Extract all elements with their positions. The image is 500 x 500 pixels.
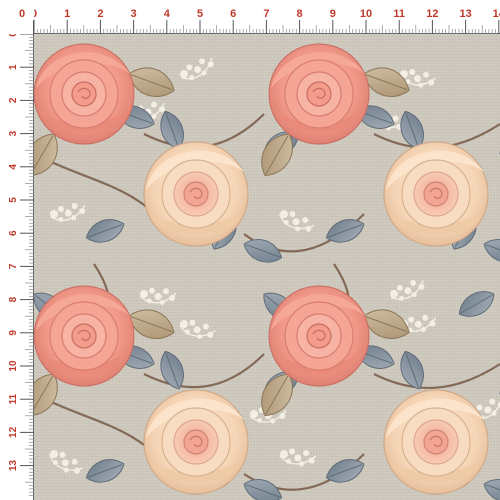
ruler-left-label: 3 (8, 130, 19, 136)
ruler-top-label: 14 (493, 8, 500, 20)
ruler-top-label: 12 (426, 8, 438, 20)
cream-rose (383, 141, 489, 247)
ruler-top-label: 2 (97, 8, 103, 20)
ruler-top-scale: 01234567891011121314 (0, 8, 500, 34)
ruler-left-label: 10 (8, 360, 19, 372)
ruler-left-label: 13 (8, 460, 19, 472)
ruler-top-label: 10 (360, 8, 372, 20)
ruler-left-label: 12 (8, 426, 19, 438)
ruler-left-label: 7 (8, 263, 19, 269)
ruler-top-label: 11 (393, 8, 405, 20)
ruler-left-label: 6 (8, 230, 19, 236)
ruler-left-label: 8 (8, 296, 19, 302)
cream-rose (383, 389, 489, 495)
ruler-left-label: 1 (8, 64, 19, 70)
ruler-top-label: 1 (64, 8, 70, 20)
ruler-left-scale: 012345678910111213 (8, 0, 34, 500)
fabric-print (34, 34, 500, 500)
peach-rose (268, 285, 370, 387)
ruler-left-label: 2 (8, 97, 19, 103)
ruler-left-label: 11 (8, 393, 19, 404)
ruler-zero-label: 0 (19, 8, 25, 20)
rose-pattern (34, 34, 500, 500)
ruler-corner: 0 (0, 0, 34, 34)
ruler-left-label: 4 (8, 164, 19, 170)
ruler-top-label: 7 (263, 8, 269, 20)
ruler-top-label: 4 (164, 8, 171, 20)
peach-rose (34, 43, 135, 145)
peach-rose (34, 285, 135, 387)
ruler-left-label: 9 (8, 330, 19, 336)
peach-rose (268, 43, 370, 145)
ruler-top-label: 9 (330, 8, 336, 20)
ruler-top-label: 6 (230, 8, 236, 20)
ruler-top: 01234567891011121314 (0, 0, 500, 34)
ruler-top-label: 5 (197, 8, 203, 20)
cream-rose (143, 389, 249, 495)
ruler-left: 012345678910111213 (0, 0, 34, 500)
ruler-top-label: 8 (297, 8, 303, 20)
ruler-top-label: 3 (131, 8, 137, 20)
ruler-left-label: 5 (8, 197, 19, 203)
cream-rose (143, 141, 249, 247)
ruler-top-label: 13 (459, 8, 471, 20)
